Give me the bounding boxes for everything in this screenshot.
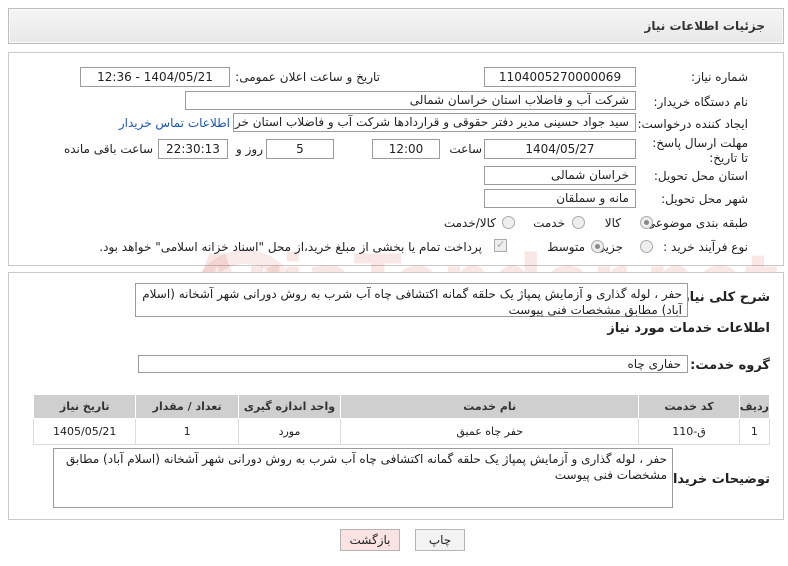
city-label: شهر محل تحویل: <box>661 192 748 206</box>
process-radio-medium[interactable] <box>591 240 604 253</box>
print-button[interactable]: چاپ <box>415 529 465 551</box>
cell-service-name: حفر چاه عمیق <box>340 418 640 445</box>
province-label: استان محل تحویل: <box>653 169 748 183</box>
page-title: جزئیات اطلاعات نیاز <box>644 19 765 33</box>
category-radio-goods[interactable] <box>640 216 653 229</box>
deadline-date-field[interactable]: 1404/05/27 <box>484 139 636 159</box>
table-row[interactable]: 1 ق-110 حفر چاه عمیق مورد 1 1405/05/21 <box>32 418 771 445</box>
buyer-label: نام دستگاه خریدار: <box>653 95 749 109</box>
back-button[interactable]: بازگشت <box>340 529 400 551</box>
category-option-service: خدمت <box>533 216 565 230</box>
services-table: ردیف کد خدمت نام خدمت واحد اندازه گیری ت… <box>32 394 771 445</box>
buyer-field[interactable]: شرکت آب و فاضلاب استان خراسان شمالی <box>185 91 636 110</box>
buyer-notes-label: توضیحات خریدار: <box>660 472 770 487</box>
table-header-row: ردیف کد خدمت نام خدمت واحد اندازه گیری ت… <box>32 394 771 419</box>
category-radio-goods-service[interactable] <box>502 216 515 229</box>
announce-field[interactable]: 1404/05/21 - 12:36 <box>80 67 230 87</box>
col-service-code: کد خدمت <box>638 394 740 419</box>
category-radio-service[interactable] <box>572 216 585 229</box>
category-option-goods: کالا <box>604 216 621 230</box>
col-quantity: تعداد / مقدار <box>135 394 239 419</box>
remaining-time-field[interactable]: 22:30:13 <box>158 139 228 159</box>
service-group-label: گروه خدمت: <box>690 358 770 373</box>
page-header: جزئیات اطلاعات نیاز <box>8 8 784 44</box>
cell-quantity: 1 <box>135 418 239 445</box>
col-service-name: نام خدمت <box>340 394 640 419</box>
cell-row-number: 1 <box>738 418 771 445</box>
province-field[interactable]: خراسان شمالی <box>484 166 636 185</box>
summary-textarea[interactable]: حفر ، لوله گذاری و آزمایش پمپاژ یک حلقه … <box>135 283 688 317</box>
cell-need-date: 1405/05/21 <box>32 418 137 445</box>
deadline-hour-field[interactable]: 12:00 <box>372 139 440 159</box>
city-field[interactable]: مانه و سملقان <box>484 189 636 208</box>
process-label: نوع فرآیند خرید : <box>663 240 748 254</box>
days-field[interactable]: 5 <box>266 139 334 159</box>
days-label: روز و <box>236 142 263 156</box>
deadline-hour-label: ساعت <box>449 142 482 156</box>
col-need-date: تاریخ نیاز <box>32 394 137 419</box>
process-option-medium: متوسط <box>547 240 585 254</box>
remaining-label: ساعت باقی مانده <box>63 142 153 156</box>
payment-note: پرداخت تمام یا بخشی از مبلغ خرید،از محل … <box>99 240 482 254</box>
creator-label: ایجاد کننده درخواست: <box>637 117 748 131</box>
services-section-title: اطلاعات خدمات مورد نیاز <box>607 321 770 336</box>
col-unit: واحد اندازه گیری <box>237 394 342 419</box>
need-number-field[interactable]: 1104005270000069 <box>484 67 636 87</box>
cell-service-code: ق-110 <box>638 418 740 445</box>
announce-label: تاریخ و ساعت اعلان عمومی: <box>235 70 380 84</box>
need-number-label: شماره نیاز: <box>691 70 748 84</box>
creator-field[interactable]: سید جواد حسینی مدیر دفتر حقوقی و قرارداد… <box>233 113 636 132</box>
summary-label: شرح کلی نیاز: <box>676 290 770 305</box>
category-option-goods-service: کالا/خدمت <box>443 216 496 230</box>
buyer-notes-textarea[interactable]: حفر ، لوله گذاری و آزمایش پمپاژ یک حلقه … <box>53 448 673 508</box>
col-row-number: ردیف <box>738 394 771 419</box>
service-group-field[interactable]: حفاری چاه <box>138 355 688 373</box>
cell-unit: مورد <box>237 418 342 445</box>
buyer-contact-link[interactable]: اطلاعات تماس خریدار <box>119 116 230 130</box>
process-radio-minor[interactable] <box>640 240 653 253</box>
category-label: طبقه بندی موضوعی: <box>641 216 748 230</box>
deadline-label: مهلت ارسال پاسخ: تا تاریخ: <box>652 136 748 165</box>
payment-checkbox[interactable] <box>494 238 507 252</box>
